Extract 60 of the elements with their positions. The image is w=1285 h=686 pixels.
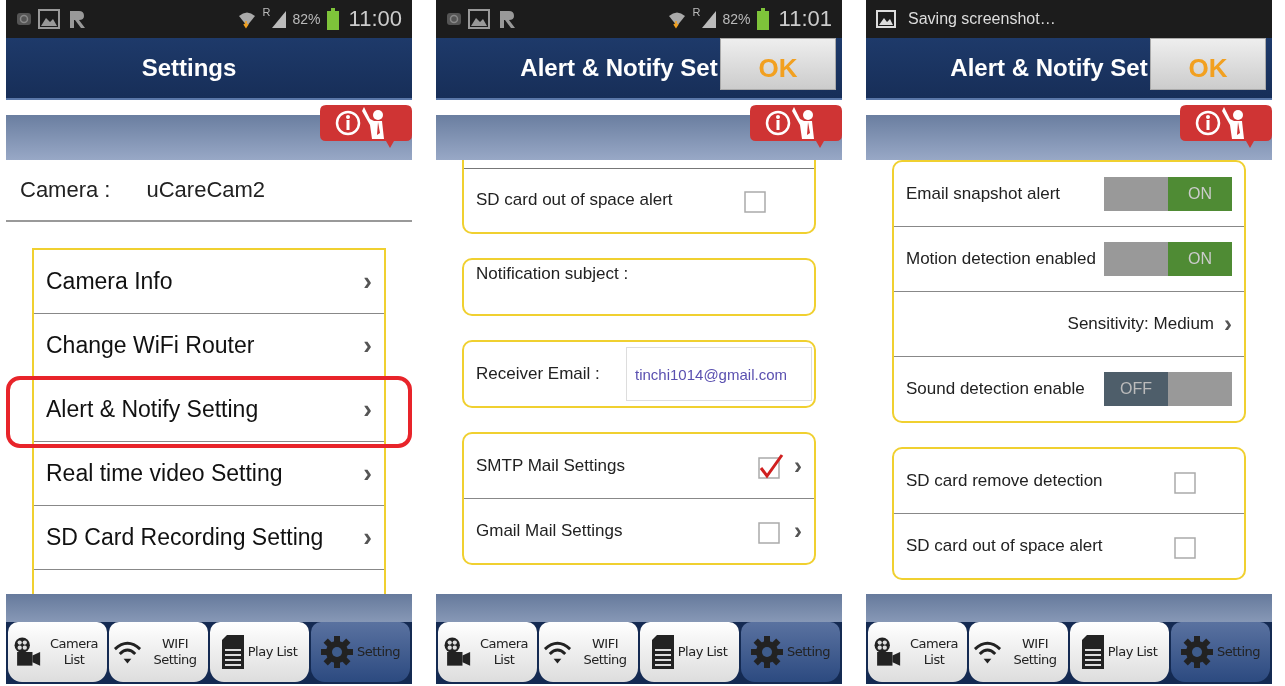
menu-item[interactable]: SD Card Recording Setting ›	[34, 506, 384, 570]
settings-icon	[320, 636, 353, 668]
menu-item[interactable]: Change WiFi Router ›	[34, 314, 384, 378]
network-type-label: R	[692, 6, 701, 18]
tab[interactable]: Play List	[640, 622, 739, 682]
setting-label: Receiver Email :	[476, 364, 601, 384]
wifi-icon	[973, 639, 1002, 665]
battery-icon	[756, 8, 769, 30]
image-icon	[38, 9, 60, 29]
network-type-label: R	[262, 6, 271, 18]
signal-icon	[700, 9, 717, 29]
chevron-text[interactable]: ›	[794, 517, 802, 545]
signal-icon	[270, 9, 287, 29]
email-field[interactable]: tinchi1014@gmail.com	[626, 347, 812, 401]
screen-title: Settings	[141, 54, 237, 82]
setting-label: SD card remove detection	[906, 471, 1104, 491]
document-icon	[221, 635, 244, 669]
app-icon	[16, 11, 32, 27]
screen-title: Alert & Notify Set	[520, 54, 718, 82]
tab[interactable]: Camera List	[868, 622, 967, 682]
camera-label: Camera :	[20, 177, 111, 203]
clock-time: 11:01	[778, 6, 832, 32]
tab[interactable]: Camera List	[438, 622, 537, 682]
setting-label: Sound detection enable	[906, 379, 1086, 399]
setting-label: SD card out of space alert	[906, 536, 1104, 556]
settings-icon	[1180, 636, 1213, 668]
tab[interactable]: WIFI Setting	[109, 622, 208, 682]
camera-name: uCareCam2	[146, 177, 266, 203]
app-icon	[446, 11, 462, 27]
setting-label: Motion detection enabled	[906, 249, 1097, 269]
setting-label: Notification subject :	[476, 264, 630, 284]
wifi-icon	[543, 639, 572, 665]
setting-label: Gmail Mail Settings	[476, 521, 624, 541]
setting-label: SMTP Mail Settings	[476, 456, 626, 476]
document-icon	[651, 635, 674, 669]
battery-percentage: 82%	[292, 11, 321, 27]
menu-item[interactable]: Real time video Setting ›	[34, 442, 384, 506]
setting-label: Email snapshot alert	[906, 184, 1062, 204]
tab[interactable]: Play List	[210, 622, 309, 682]
battery-percentage: 82%	[722, 11, 751, 27]
image-icon	[876, 10, 896, 28]
notification-text: Saving screenshot…	[908, 10, 1056, 28]
menu-item[interactable]: Alert & Notify Setting ›	[34, 378, 384, 442]
chevron-text[interactable]: ›	[1224, 310, 1232, 338]
document-icon	[1081, 635, 1104, 669]
image-icon	[468, 9, 490, 29]
tab[interactable]: WIFI Setting	[969, 622, 1068, 682]
menu-item[interactable]: Camera Info ›	[34, 250, 384, 314]
wifi-icon	[113, 639, 142, 665]
checkbox[interactable]	[756, 452, 784, 480]
setting-label: Sensitivity: Medium	[1066, 314, 1214, 334]
settings-icon	[750, 636, 783, 668]
tab[interactable]: Camera List	[8, 622, 107, 682]
screen-title: Alert & Notify Set	[950, 54, 1148, 82]
clock-time: 11:00	[348, 6, 402, 32]
chevron-text[interactable]: ›	[794, 452, 802, 480]
battery-icon	[326, 8, 339, 30]
tab[interactable]: Play List	[1070, 622, 1169, 682]
tab[interactable]: WIFI Setting	[539, 622, 638, 682]
setting-label: SD card out of space alert	[476, 190, 674, 210]
